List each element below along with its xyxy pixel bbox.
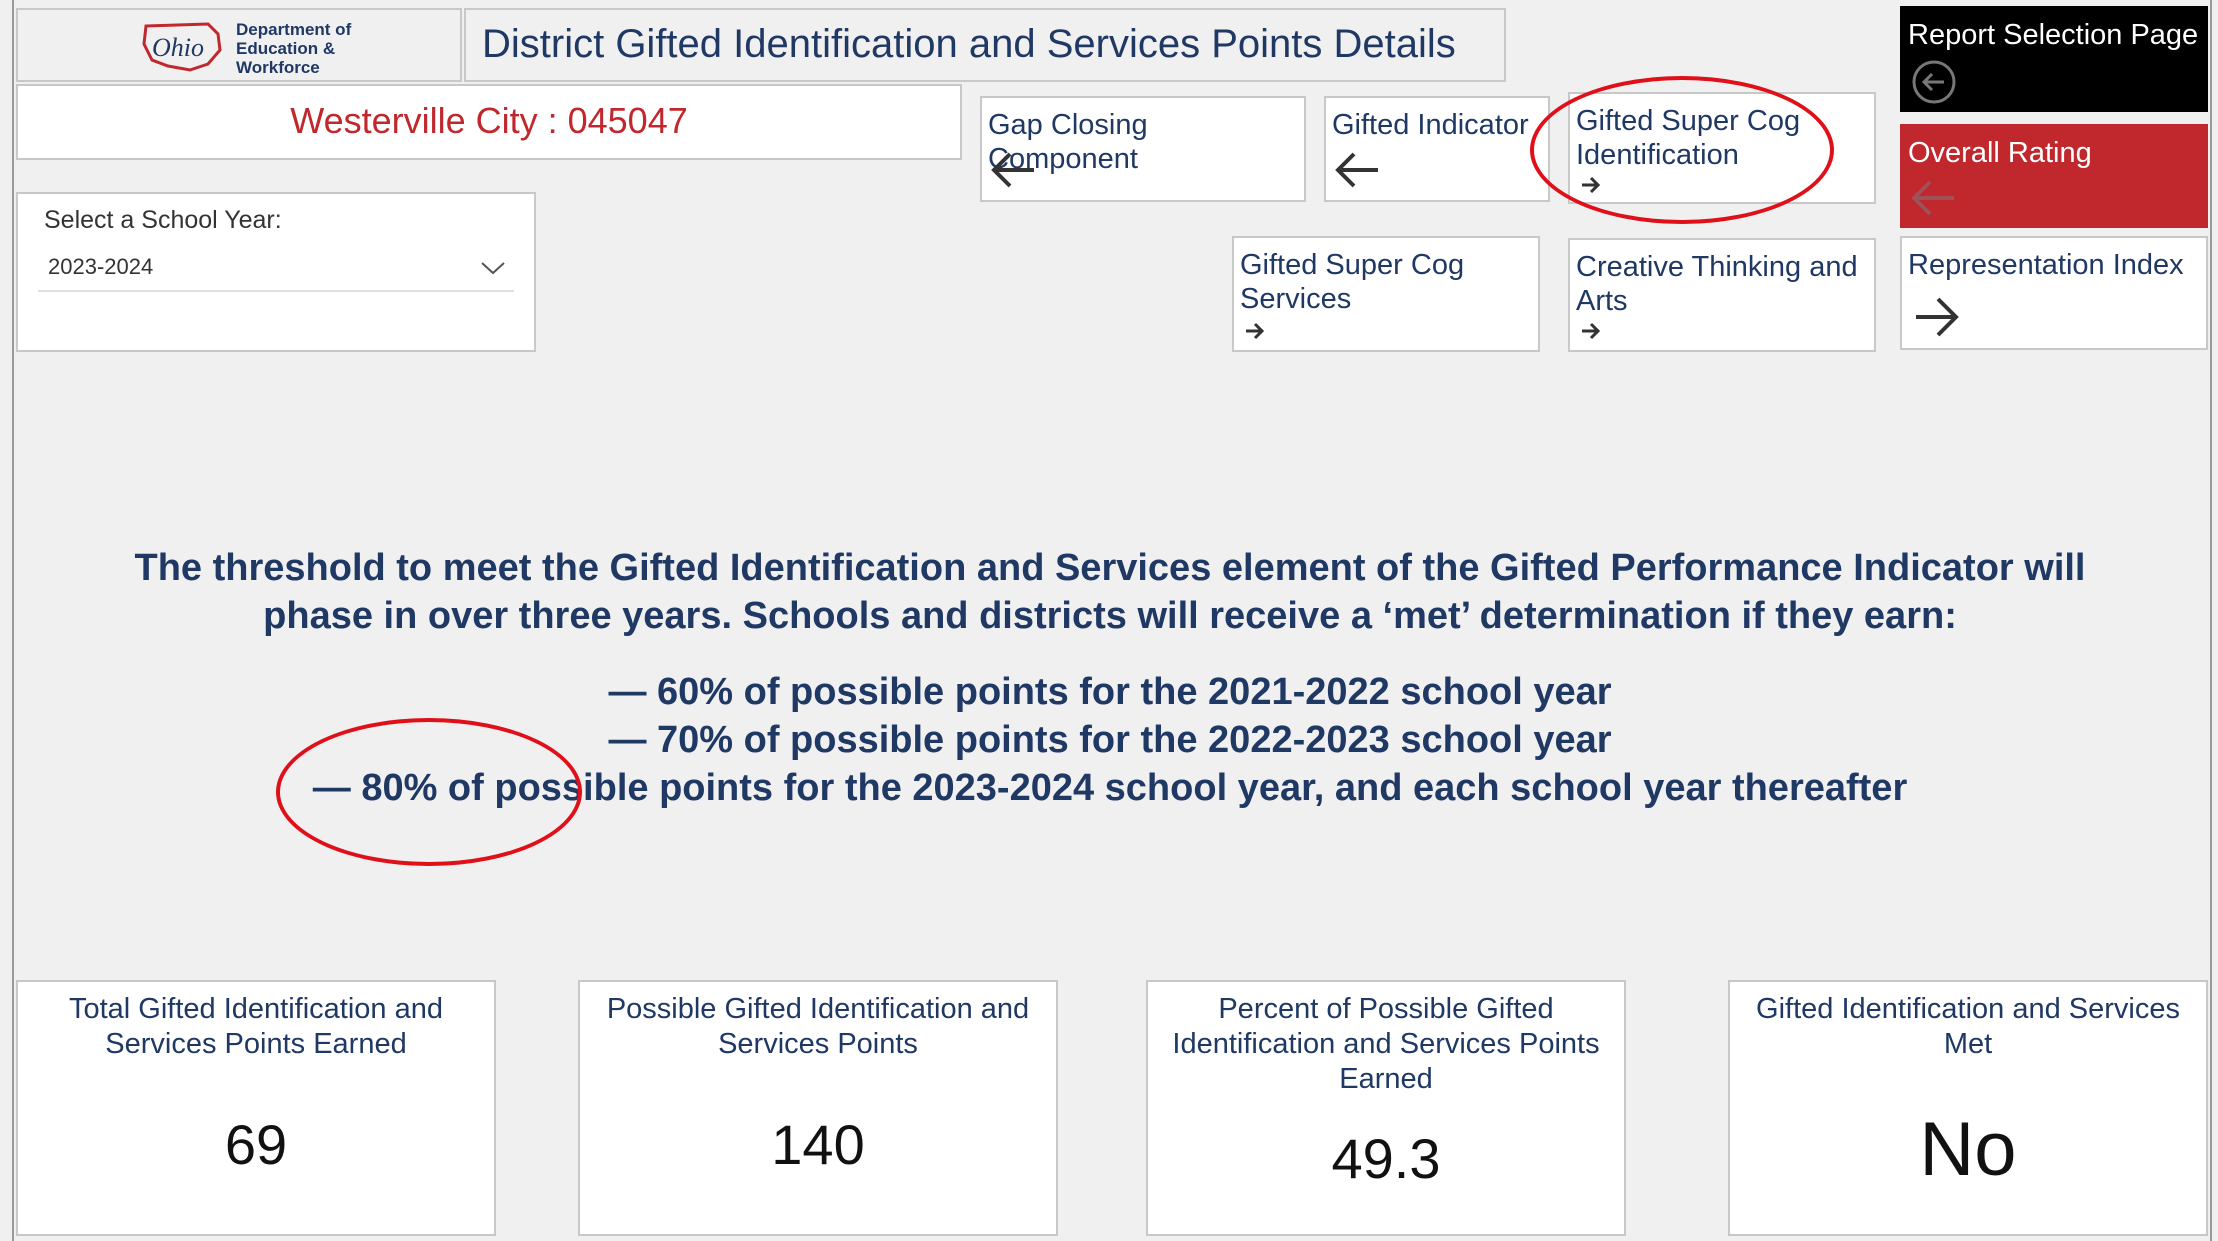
kpi-card-value: 49.3 [1331,1127,1441,1190]
logo-script: Ohio [152,33,204,62]
threshold-line: The threshold to meet the Gifted Identif… [134,547,2086,589]
annotation-circle [1530,76,1834,224]
school-year-dropdown[interactable]: 2023-2024 [38,246,514,292]
super-cog-services-button[interactable]: Gifted Super Cog Services [1232,236,1540,352]
logo-text: Department of Education & Workforce [236,20,351,77]
report-selection-button[interactable]: Report Selection Page [1900,6,2208,112]
chevron-down-icon [481,262,505,275]
kpi-card-percent-earned: Percent of Possible Gifted Identificatio… [1146,980,1626,1236]
kpi-card-possible-points: Possible Gifted Identification and Servi… [578,980,1058,1236]
arrow-left-icon [1335,152,1378,188]
logo-panel: Ohio Department of Education & Workforce [16,8,462,82]
logo-line: Department of [236,20,352,39]
report-selection-label: Report Selection Page [1908,19,2199,51]
circle-arrow-left-icon [1912,60,1956,104]
school-year-filter: Select a School Year: 2023-2024 [16,192,536,352]
arrow-right-icon [1916,297,1959,337]
creative-thinking-label: Creative Thinking and Arts [1576,251,1858,317]
school-year-label: Select a School Year: [44,206,282,234]
arrow-left-icon [991,152,1034,188]
logo-line: Education & [236,39,336,58]
arrow-left-icon [1911,180,1954,216]
arrow-right-icon [1246,322,1265,340]
district-panel: Westerville City : 045047 [16,84,962,160]
kpi-card-value: 140 [771,1113,865,1176]
representation-index-label: Representation Index [1908,249,2184,281]
threshold-bullet: — 60% of possible points for the 2021-20… [608,671,1612,713]
representation-index-button[interactable]: Representation Index [1900,236,2208,350]
kpi-card-title: Total Gifted Identification and Services… [68,993,443,1060]
creative-thinking-button[interactable]: Creative Thinking and Arts [1568,238,1876,352]
kpi-card-value: No [1919,1107,2017,1192]
kpi-card-title: Gifted Identification and Services Met [1756,993,2180,1060]
gap-closing-button[interactable]: Gap Closing Component [980,96,1306,202]
threshold-description: The threshold to meet the Gifted Identif… [40,544,2180,640]
kpi-card-points-earned: Total Gifted Identification and Services… [16,980,496,1236]
overall-rating-button[interactable]: Overall Rating [1900,124,2208,228]
threshold-line: phase in over three years. Schools and d… [263,595,1957,637]
page-title-panel: District Gifted Identification and Servi… [464,8,1506,82]
logo-line: Workforce [236,58,320,77]
kpi-card-title: Possible Gifted Identification and Servi… [606,993,1030,1060]
gifted-indicator-button[interactable]: Gifted Indicator [1324,96,1550,202]
school-year-value: 2023-2024 [48,254,154,279]
kpi-card-met: Gifted Identification and Services Met N… [1728,980,2208,1236]
annotation-circle [276,718,582,866]
kpi-card-title: Percent of Possible Gifted Identificatio… [1172,993,1600,1095]
arrow-right-icon [1582,322,1601,340]
super-cog-services-label: Gifted Super Cog Services [1240,249,1465,315]
page-title: District Gifted Identification and Servi… [482,22,1456,66]
ohio-logo-icon: Ohio [142,22,222,72]
overall-rating-label: Overall Rating [1908,137,2092,169]
gifted-indicator-label: Gifted Indicator [1332,109,1529,141]
kpi-card-value: 69 [224,1113,288,1176]
district-name: Westerville City : 045047 [290,100,688,141]
